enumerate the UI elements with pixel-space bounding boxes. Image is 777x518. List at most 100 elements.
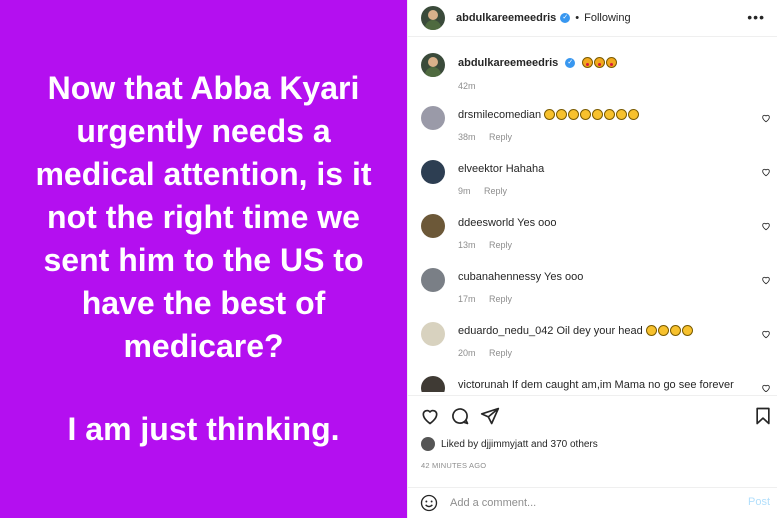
like-comment-heart-icon[interactable] xyxy=(761,113,771,123)
comment-meta: 9m Reply xyxy=(458,186,507,196)
commenter-avatar[interactable] xyxy=(421,160,445,184)
reply-button[interactable]: Reply xyxy=(489,294,512,304)
post-header: abdulkareemeedris ✓ • Following ••• xyxy=(408,0,777,37)
commenter-username[interactable]: eduardo_nedu_042 xyxy=(458,325,553,337)
comment-text: ddeesworld Yes ooo xyxy=(458,217,556,229)
commenter-username[interactable]: cubanahennessy xyxy=(458,271,541,283)
comment-item: eduardo_nedu_042 Oil dey your head 20m R… xyxy=(421,322,771,362)
commenter-username[interactable]: ddeesworld xyxy=(458,217,514,229)
comment-item: ddeesworld Yes ooo 13m Reply xyxy=(421,214,771,254)
comment-time: 38m xyxy=(458,132,476,142)
laughing-emoji-icon xyxy=(657,325,669,336)
commenter-avatar[interactable] xyxy=(421,106,445,130)
comment-text: elveektor Hahaha xyxy=(458,163,544,175)
posted-time: 42 MINUTES AGO xyxy=(421,461,487,470)
likes-summary: Liked by djjimmyjatt and 370 others xyxy=(421,437,598,451)
laughing-emoji-icon xyxy=(568,109,580,120)
post-image: Now that Abba Kyari urgently needs a med… xyxy=(0,0,407,518)
commenter-avatar[interactable] xyxy=(421,268,445,292)
separator-dot: • xyxy=(575,12,580,24)
laughing-emoji-icon xyxy=(544,109,556,120)
caption-time: 42m xyxy=(458,81,476,91)
post-text-main: Now that Abba Kyari urgently needs a med… xyxy=(35,70,372,364)
emoji-smile-icon[interactable] xyxy=(420,494,438,512)
commenter-avatar[interactable] xyxy=(421,376,445,392)
reply-button[interactable]: Reply xyxy=(489,348,512,358)
commenter-avatar[interactable] xyxy=(421,214,445,238)
laughing-emoji-icon xyxy=(592,109,604,120)
comment-item: drsmilecomedian 38m Reply xyxy=(421,106,771,146)
caption-username[interactable]: abdulkareemeedris xyxy=(458,57,558,69)
laughing-emoji-icon xyxy=(669,325,681,336)
laughing-emoji-icon xyxy=(580,109,592,120)
comment-time: 20m xyxy=(458,348,476,358)
commenter-avatar[interactable] xyxy=(421,322,445,346)
comment-meta: 13m Reply xyxy=(458,240,512,250)
comment-meta: 38m Reply xyxy=(458,132,512,142)
commenter-username[interactable]: victorunah xyxy=(458,379,509,391)
like-comment-heart-icon[interactable] xyxy=(761,383,771,392)
post-text-secondary: I am just thinking. xyxy=(67,411,340,447)
comment-meta: 20m Reply xyxy=(458,348,512,358)
comment-meta: 17m Reply xyxy=(458,294,512,304)
laughing-emoji-icon xyxy=(616,109,628,120)
author-username[interactable]: abdulkareemeedris xyxy=(456,12,556,24)
comment-item: cubanahennessy Yes ooo 17m Reply xyxy=(421,268,771,308)
likes-suffix[interactable]: and 370 others xyxy=(531,439,598,450)
comment-text: cubanahennessy Yes ooo xyxy=(458,271,583,283)
laughing-emoji-icon xyxy=(604,109,616,120)
commenter-username[interactable]: drsmilecomedian xyxy=(458,109,541,121)
commenter-username[interactable]: elveektor xyxy=(458,163,503,175)
comment-time: 17m xyxy=(458,294,476,304)
tongue-emoji-icon xyxy=(594,57,606,68)
reply-button[interactable]: Reply xyxy=(484,186,507,196)
save-bookmark-icon[interactable] xyxy=(753,406,773,426)
liker-username[interactable]: djjimmyjatt xyxy=(481,439,528,450)
like-comment-heart-icon[interactable] xyxy=(761,275,771,285)
comment-time: 13m xyxy=(458,240,476,250)
comment-body: Yes ooo xyxy=(544,271,584,283)
like-heart-icon[interactable] xyxy=(420,406,440,426)
comment-text: drsmilecomedian xyxy=(458,109,640,121)
comment-input[interactable] xyxy=(450,494,730,512)
comment-body: Yes ooo xyxy=(517,217,557,229)
like-comment-heart-icon[interactable] xyxy=(761,167,771,177)
comment-time: 9m xyxy=(458,186,471,196)
more-options-icon[interactable]: ••• xyxy=(747,10,765,24)
verified-badge-icon: ✓ xyxy=(560,13,571,23)
comment-body: Oil dey your head xyxy=(556,325,643,337)
caption-emojis xyxy=(582,57,618,69)
comment-body: Hahaha xyxy=(505,163,545,175)
tongue-emoji-icon xyxy=(582,57,594,68)
post-sidebar: abdulkareemeedris ✓ • Following ••• abdu… xyxy=(407,0,777,518)
verified-badge-icon: ✓ xyxy=(565,58,576,69)
comment-item: victorunah If dem caught am,im Mama no g… xyxy=(421,376,771,392)
comment-text: eduardo_nedu_042 Oil dey your head xyxy=(458,325,694,337)
laughing-emoji-icon xyxy=(681,325,693,336)
comments-list[interactable]: abdulkareemeedris ✓ 42m drsmilecomedian … xyxy=(408,37,777,392)
author-avatar[interactable] xyxy=(421,6,445,30)
share-send-icon[interactable] xyxy=(480,406,500,426)
reply-button[interactable]: Reply xyxy=(489,240,512,250)
like-comment-heart-icon[interactable] xyxy=(761,221,771,231)
post-comment-button[interactable]: Post xyxy=(748,496,770,508)
tongue-emoji-icon xyxy=(606,57,618,68)
comment-text: victorunah If dem caught am,im Mama no g… xyxy=(458,379,734,391)
caption-line: abdulkareemeedris ✓ xyxy=(458,57,618,69)
comment-item: elveektor Hahaha 9m Reply xyxy=(421,160,771,200)
reply-button[interactable]: Reply xyxy=(489,132,512,142)
laughing-emojis xyxy=(645,325,694,337)
post-actions-bar xyxy=(408,395,777,435)
following-button[interactable]: Following xyxy=(584,12,630,24)
comment-bubble-icon[interactable] xyxy=(450,406,470,426)
laughing-emoji-icon xyxy=(645,325,657,336)
laughing-emoji-icon xyxy=(628,109,640,120)
likes-prefix: Liked by xyxy=(441,438,479,450)
like-comment-heart-icon[interactable] xyxy=(761,329,771,339)
laughing-emojis xyxy=(544,109,640,121)
comment-body: If dem caught am,im Mama no go see forev… xyxy=(511,379,734,391)
caption-avatar[interactable] xyxy=(421,53,445,77)
laughing-emoji-icon xyxy=(556,109,568,120)
add-comment-bar: Post xyxy=(408,487,777,518)
liker-avatar[interactable] xyxy=(421,437,435,451)
